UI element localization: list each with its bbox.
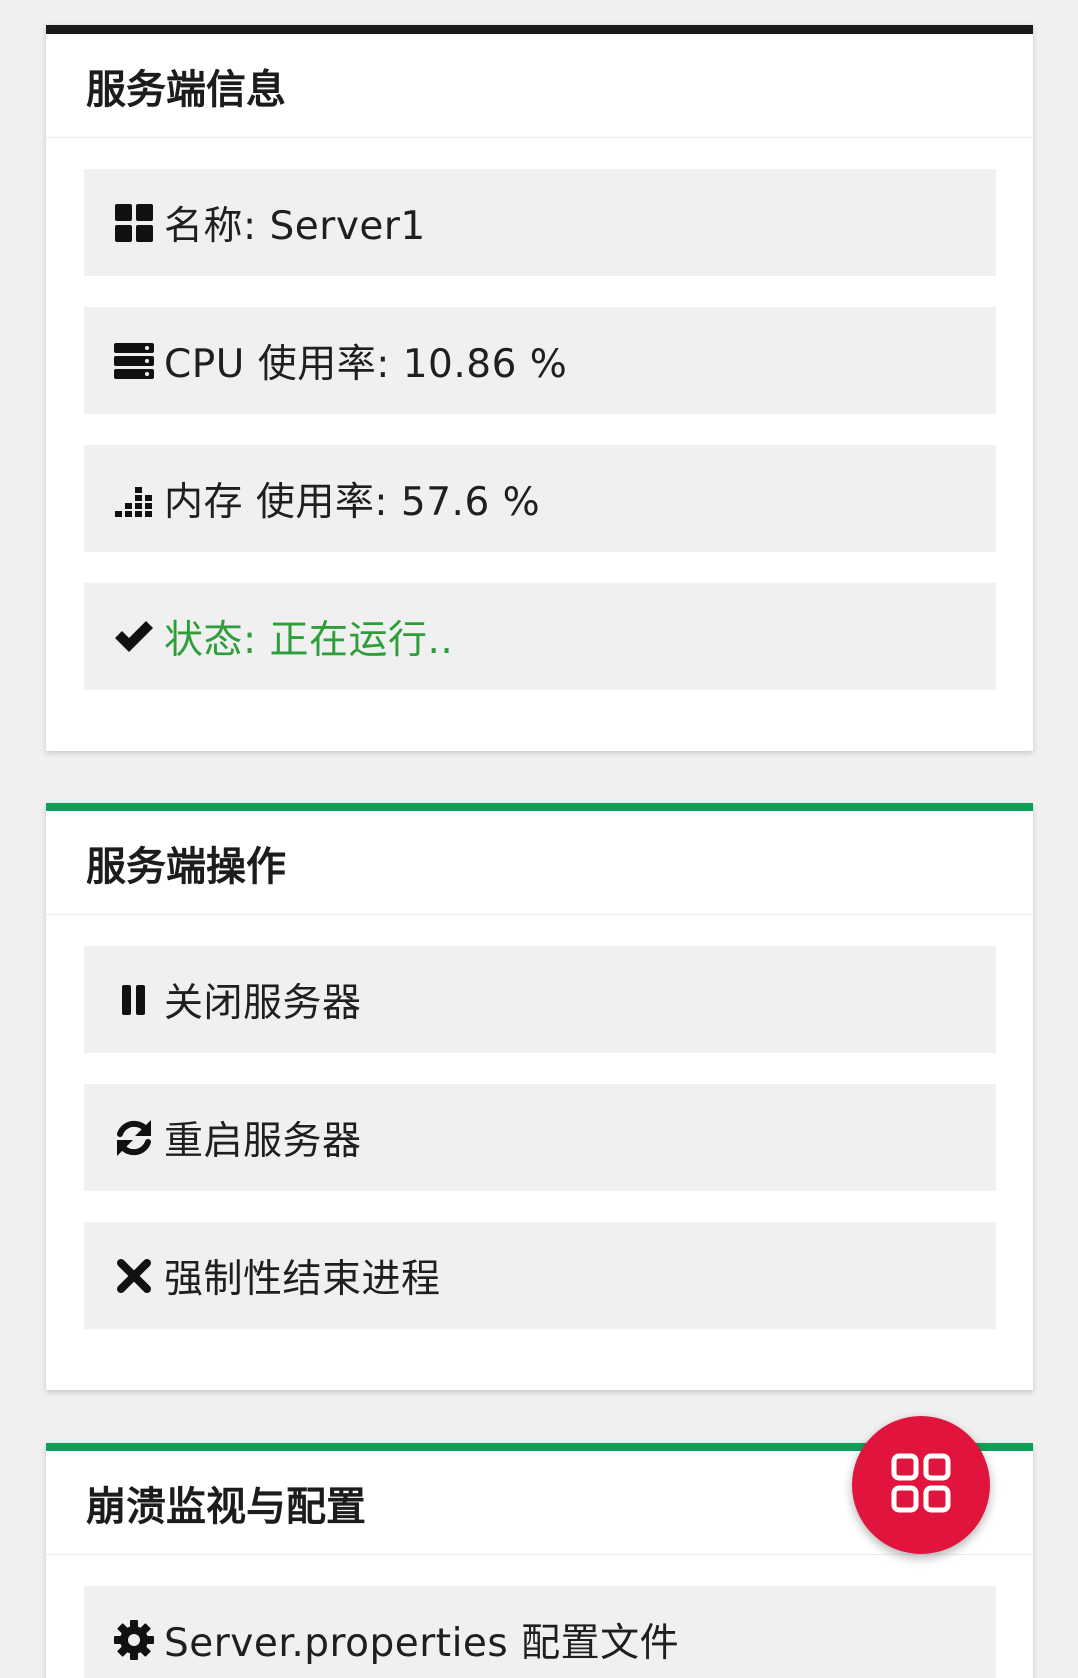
server-ops-card: 服务端操作 关闭服务器 重启服务器 强制性结束进程 <box>46 803 1033 1390</box>
status-text: 状态: 正在运行.. <box>164 617 454 663</box>
pause-icon <box>112 978 156 1022</box>
memory-usage-text: 内存 使用率: 57.6 % <box>164 479 541 525</box>
card-body: Server.properties 配置文件 <box>46 1555 1033 1678</box>
grid-icon <box>112 201 156 245</box>
server-properties-button[interactable]: Server.properties 配置文件 <box>84 1586 996 1678</box>
cpu-usage-item[interactable]: CPU 使用率: 10.86 % <box>84 307 996 414</box>
server-name-text: 名称: Server1 <box>164 203 426 249</box>
server-name-item[interactable]: 名称: Server1 <box>84 169 996 276</box>
refresh-icon <box>112 1116 156 1160</box>
server-ops-title: 服务端操作 <box>86 843 286 890</box>
apps-fab-button[interactable] <box>852 1416 990 1554</box>
card-header: 服务端操作 <box>46 811 1033 915</box>
restart-server-label: 重启服务器 <box>164 1118 362 1164</box>
force-kill-button[interactable]: 强制性结束进程 <box>84 1222 996 1329</box>
gear-icon <box>112 1618 156 1662</box>
config-title: 崩溃监视与配置 <box>86 1483 366 1530</box>
shutdown-server-button[interactable]: 关闭服务器 <box>84 946 996 1053</box>
status-item[interactable]: 状态: 正在运行.. <box>84 583 996 690</box>
memory-usage-item[interactable]: 内存 使用率: 57.6 % <box>84 445 996 552</box>
restart-server-button[interactable]: 重启服务器 <box>84 1084 996 1191</box>
server-info-card: 服务端信息 名称: Server1 CPU 使用率: 10.86 % 内存 使用… <box>46 25 1033 751</box>
bar-chart-icon <box>112 477 156 521</box>
cpu-usage-text: CPU 使用率: 10.86 % <box>164 341 568 387</box>
apps-grid-icon <box>891 1453 951 1517</box>
card-body: 关闭服务器 重启服务器 强制性结束进程 <box>46 915 1033 1390</box>
force-kill-label: 强制性结束进程 <box>164 1256 441 1302</box>
card-body: 名称: Server1 CPU 使用率: 10.86 % 内存 使用率: 57.… <box>46 138 1033 751</box>
server-info-title: 服务端信息 <box>86 66 286 113</box>
shutdown-server-label: 关闭服务器 <box>164 980 362 1026</box>
server-properties-label: Server.properties 配置文件 <box>164 1620 680 1666</box>
close-icon <box>112 1254 156 1298</box>
card-header: 服务端信息 <box>46 34 1033 138</box>
page: 服务端信息 名称: Server1 CPU 使用率: 10.86 % 内存 使用… <box>0 0 1078 1678</box>
server-icon <box>112 339 156 383</box>
check-icon <box>112 615 156 659</box>
